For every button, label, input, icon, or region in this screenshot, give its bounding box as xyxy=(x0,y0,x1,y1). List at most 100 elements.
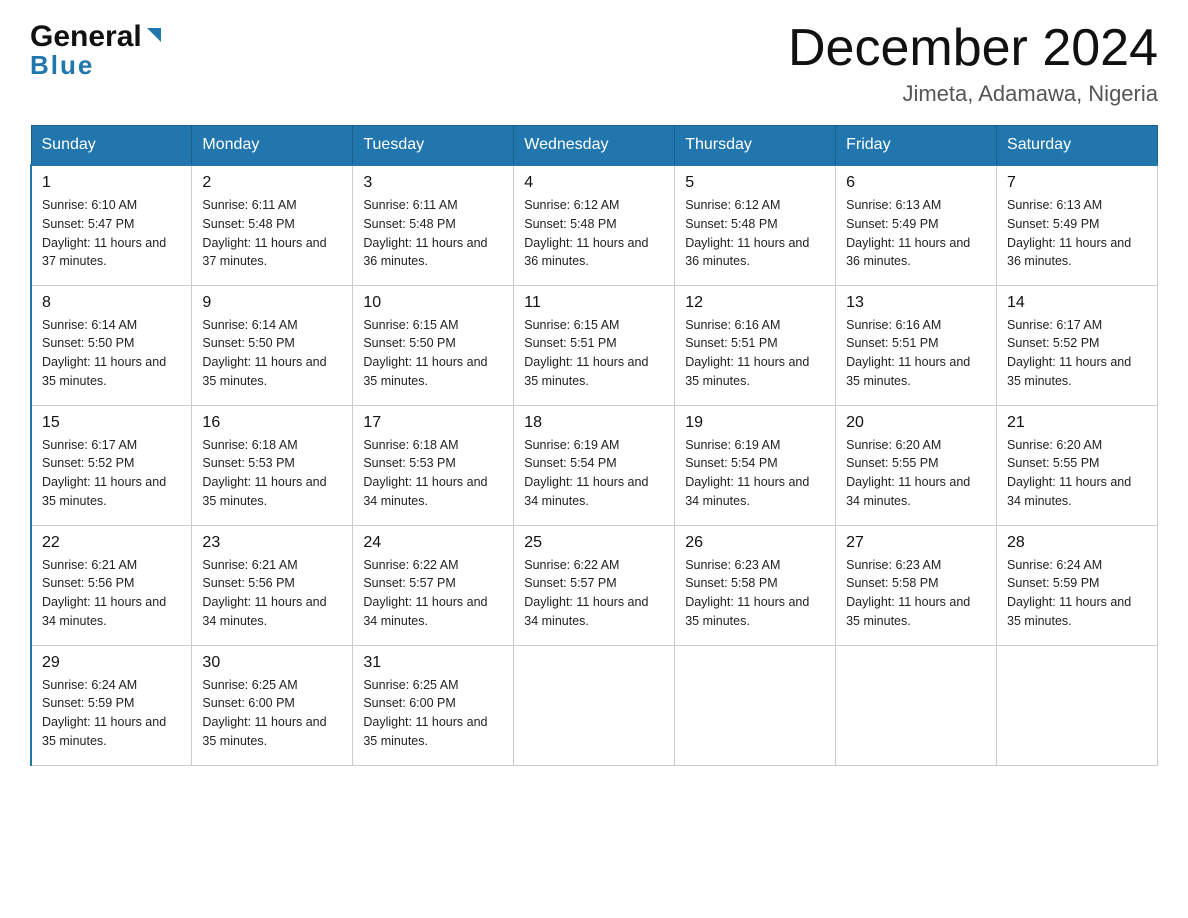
calendar-title: December 2024 xyxy=(788,20,1158,77)
day-number: 5 xyxy=(685,174,825,192)
day-info: Sunrise: 6:16 AM Sunset: 5:51 PM Dayligh… xyxy=(846,316,986,391)
day-of-week-header: Thursday xyxy=(675,126,836,166)
calendar-day-cell: 7 Sunrise: 6:13 AM Sunset: 5:49 PM Dayli… xyxy=(997,165,1158,285)
calendar-day-cell: 24 Sunrise: 6:22 AM Sunset: 5:57 PM Dayl… xyxy=(353,525,514,645)
calendar-day-cell: 2 Sunrise: 6:11 AM Sunset: 5:48 PM Dayli… xyxy=(192,165,353,285)
calendar-day-cell: 12 Sunrise: 6:16 AM Sunset: 5:51 PM Dayl… xyxy=(675,285,836,405)
calendar-day-cell: 4 Sunrise: 6:12 AM Sunset: 5:48 PM Dayli… xyxy=(514,165,675,285)
calendar-week-row: 8 Sunrise: 6:14 AM Sunset: 5:50 PM Dayli… xyxy=(31,285,1158,405)
day-info: Sunrise: 6:22 AM Sunset: 5:57 PM Dayligh… xyxy=(524,556,664,631)
day-info: Sunrise: 6:25 AM Sunset: 6:00 PM Dayligh… xyxy=(202,676,342,751)
day-info: Sunrise: 6:10 AM Sunset: 5:47 PM Dayligh… xyxy=(42,196,181,271)
calendar-week-row: 22 Sunrise: 6:21 AM Sunset: 5:56 PM Dayl… xyxy=(31,525,1158,645)
day-number: 13 xyxy=(846,294,986,312)
day-info: Sunrise: 6:23 AM Sunset: 5:58 PM Dayligh… xyxy=(685,556,825,631)
day-info: Sunrise: 6:15 AM Sunset: 5:50 PM Dayligh… xyxy=(363,316,503,391)
day-number: 2 xyxy=(202,174,342,192)
calendar-day-cell xyxy=(675,645,836,765)
day-number: 18 xyxy=(524,414,664,432)
calendar-day-cell: 19 Sunrise: 6:19 AM Sunset: 5:54 PM Dayl… xyxy=(675,405,836,525)
day-info: Sunrise: 6:23 AM Sunset: 5:58 PM Dayligh… xyxy=(846,556,986,631)
day-number: 8 xyxy=(42,294,181,312)
day-number: 6 xyxy=(846,174,986,192)
day-info: Sunrise: 6:20 AM Sunset: 5:55 PM Dayligh… xyxy=(1007,436,1147,511)
logo: General Blue xyxy=(30,20,165,81)
day-info: Sunrise: 6:24 AM Sunset: 5:59 PM Dayligh… xyxy=(1007,556,1147,631)
day-of-week-header: Wednesday xyxy=(514,126,675,166)
day-info: Sunrise: 6:18 AM Sunset: 5:53 PM Dayligh… xyxy=(202,436,342,511)
day-info: Sunrise: 6:24 AM Sunset: 5:59 PM Dayligh… xyxy=(42,676,181,751)
calendar-day-cell: 27 Sunrise: 6:23 AM Sunset: 5:58 PM Dayl… xyxy=(836,525,997,645)
page-header: General Blue December 2024 Jimeta, Adama… xyxy=(30,20,1158,107)
calendar-day-cell: 18 Sunrise: 6:19 AM Sunset: 5:54 PM Dayl… xyxy=(514,405,675,525)
calendar-day-cell: 17 Sunrise: 6:18 AM Sunset: 5:53 PM Dayl… xyxy=(353,405,514,525)
day-of-week-header: Friday xyxy=(836,126,997,166)
day-number: 12 xyxy=(685,294,825,312)
calendar-day-cell: 29 Sunrise: 6:24 AM Sunset: 5:59 PM Dayl… xyxy=(31,645,192,765)
calendar-day-cell: 11 Sunrise: 6:15 AM Sunset: 5:51 PM Dayl… xyxy=(514,285,675,405)
logo-blue-text: Blue xyxy=(30,50,94,81)
calendar-day-cell: 3 Sunrise: 6:11 AM Sunset: 5:48 PM Dayli… xyxy=(353,165,514,285)
calendar-day-cell: 23 Sunrise: 6:21 AM Sunset: 5:56 PM Dayl… xyxy=(192,525,353,645)
calendar-week-row: 29 Sunrise: 6:24 AM Sunset: 5:59 PM Dayl… xyxy=(31,645,1158,765)
day-info: Sunrise: 6:14 AM Sunset: 5:50 PM Dayligh… xyxy=(42,316,181,391)
calendar-week-row: 1 Sunrise: 6:10 AM Sunset: 5:47 PM Dayli… xyxy=(31,165,1158,285)
day-number: 19 xyxy=(685,414,825,432)
day-info: Sunrise: 6:21 AM Sunset: 5:56 PM Dayligh… xyxy=(202,556,342,631)
day-number: 15 xyxy=(42,414,181,432)
day-info: Sunrise: 6:14 AM Sunset: 5:50 PM Dayligh… xyxy=(202,316,342,391)
day-info: Sunrise: 6:12 AM Sunset: 5:48 PM Dayligh… xyxy=(685,196,825,271)
calendar-header-row: SundayMondayTuesdayWednesdayThursdayFrid… xyxy=(31,126,1158,166)
day-number: 11 xyxy=(524,294,664,312)
day-number: 9 xyxy=(202,294,342,312)
calendar-location: Jimeta, Adamawa, Nigeria xyxy=(788,81,1158,107)
day-info: Sunrise: 6:17 AM Sunset: 5:52 PM Dayligh… xyxy=(1007,316,1147,391)
logo-triangle-icon xyxy=(143,24,165,46)
day-info: Sunrise: 6:11 AM Sunset: 5:48 PM Dayligh… xyxy=(363,196,503,271)
day-number: 14 xyxy=(1007,294,1147,312)
calendar-day-cell: 28 Sunrise: 6:24 AM Sunset: 5:59 PM Dayl… xyxy=(997,525,1158,645)
logo-general-text: General xyxy=(30,20,142,54)
calendar-day-cell: 16 Sunrise: 6:18 AM Sunset: 5:53 PM Dayl… xyxy=(192,405,353,525)
day-number: 27 xyxy=(846,534,986,552)
calendar-day-cell: 10 Sunrise: 6:15 AM Sunset: 5:50 PM Dayl… xyxy=(353,285,514,405)
day-number: 10 xyxy=(363,294,503,312)
calendar-day-cell: 15 Sunrise: 6:17 AM Sunset: 5:52 PM Dayl… xyxy=(31,405,192,525)
calendar-day-cell: 31 Sunrise: 6:25 AM Sunset: 6:00 PM Dayl… xyxy=(353,645,514,765)
day-info: Sunrise: 6:22 AM Sunset: 5:57 PM Dayligh… xyxy=(363,556,503,631)
calendar-week-row: 15 Sunrise: 6:17 AM Sunset: 5:52 PM Dayl… xyxy=(31,405,1158,525)
calendar-day-cell: 26 Sunrise: 6:23 AM Sunset: 5:58 PM Dayl… xyxy=(675,525,836,645)
calendar-day-cell: 20 Sunrise: 6:20 AM Sunset: 5:55 PM Dayl… xyxy=(836,405,997,525)
day-of-week-header: Saturday xyxy=(997,126,1158,166)
calendar-day-cell: 6 Sunrise: 6:13 AM Sunset: 5:49 PM Dayli… xyxy=(836,165,997,285)
calendar-day-cell xyxy=(997,645,1158,765)
day-number: 20 xyxy=(846,414,986,432)
day-number: 24 xyxy=(363,534,503,552)
calendar-day-cell xyxy=(836,645,997,765)
day-number: 7 xyxy=(1007,174,1147,192)
day-info: Sunrise: 6:18 AM Sunset: 5:53 PM Dayligh… xyxy=(363,436,503,511)
calendar-table: SundayMondayTuesdayWednesdayThursdayFrid… xyxy=(30,125,1158,766)
day-info: Sunrise: 6:25 AM Sunset: 6:00 PM Dayligh… xyxy=(363,676,503,751)
day-number: 29 xyxy=(42,654,181,672)
calendar-day-cell: 8 Sunrise: 6:14 AM Sunset: 5:50 PM Dayli… xyxy=(31,285,192,405)
day-info: Sunrise: 6:20 AM Sunset: 5:55 PM Dayligh… xyxy=(846,436,986,511)
day-of-week-header: Sunday xyxy=(31,126,192,166)
day-info: Sunrise: 6:13 AM Sunset: 5:49 PM Dayligh… xyxy=(846,196,986,271)
day-info: Sunrise: 6:16 AM Sunset: 5:51 PM Dayligh… xyxy=(685,316,825,391)
calendar-day-cell: 22 Sunrise: 6:21 AM Sunset: 5:56 PM Dayl… xyxy=(31,525,192,645)
day-info: Sunrise: 6:21 AM Sunset: 5:56 PM Dayligh… xyxy=(42,556,181,631)
day-info: Sunrise: 6:12 AM Sunset: 5:48 PM Dayligh… xyxy=(524,196,664,271)
calendar-day-cell: 5 Sunrise: 6:12 AM Sunset: 5:48 PM Dayli… xyxy=(675,165,836,285)
day-number: 23 xyxy=(202,534,342,552)
calendar-day-cell: 25 Sunrise: 6:22 AM Sunset: 5:57 PM Dayl… xyxy=(514,525,675,645)
day-number: 1 xyxy=(42,174,181,192)
day-number: 22 xyxy=(42,534,181,552)
day-number: 30 xyxy=(202,654,342,672)
day-number: 26 xyxy=(685,534,825,552)
day-number: 28 xyxy=(1007,534,1147,552)
day-of-week-header: Tuesday xyxy=(353,126,514,166)
title-block: December 2024 Jimeta, Adamawa, Nigeria xyxy=(788,20,1158,107)
calendar-day-cell xyxy=(514,645,675,765)
day-info: Sunrise: 6:17 AM Sunset: 5:52 PM Dayligh… xyxy=(42,436,181,511)
